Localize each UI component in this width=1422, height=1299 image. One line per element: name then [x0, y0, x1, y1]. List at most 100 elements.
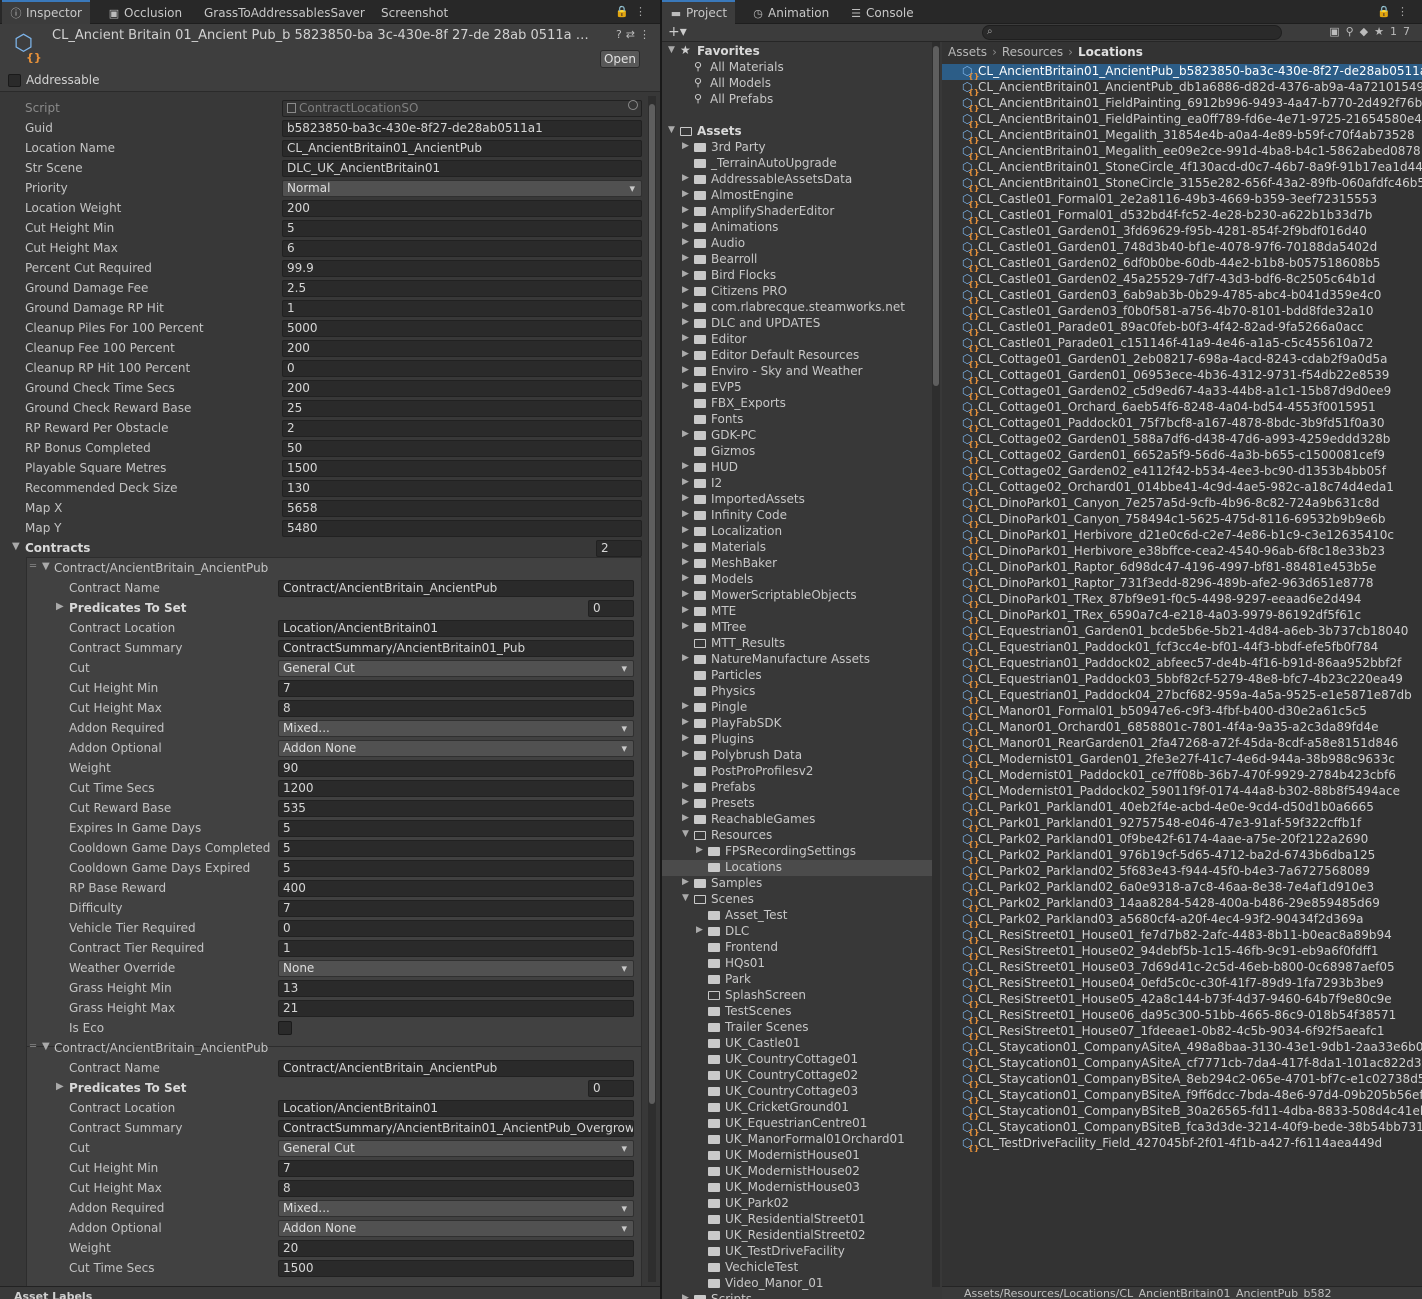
tree-item-prefabs[interactable]: ▶ Prefabs — [662, 780, 932, 796]
tree-item-polybrush-data[interactable]: ▶ Polybrush Data — [662, 748, 932, 764]
value-field[interactable]: 7 — [278, 680, 634, 697]
tree-item-mte[interactable]: ▶ MTE — [662, 604, 932, 620]
dropdown[interactable]: Addon None — [278, 740, 634, 757]
tree-item-particles[interactable]: Particles — [662, 668, 932, 684]
value-field[interactable]: 200 — [282, 380, 642, 397]
collapse-arrow-icon[interactable]: ▶ — [682, 525, 689, 535]
collapse-arrow-icon[interactable]: ▶ — [682, 877, 689, 887]
collapse-arrow-icon[interactable]: ▶ — [682, 813, 689, 823]
file-item[interactable]: ⬡{} CL_Staycation01_CompanyBSiteA_8eb294c… — [942, 1072, 1422, 1088]
tree-item-naturemanufacture-assets[interactable]: ▶ NatureManufacture Assets — [662, 652, 932, 668]
tree-item-uk-residentialstreet02[interactable]: UK_ResidentialStreet02 — [662, 1228, 932, 1244]
file-item[interactable]: ⬡{} CL_Castle01_Formal01_d532bd4f-fc52-4e… — [942, 208, 1422, 224]
value-field[interactable]: 5000 — [282, 320, 642, 337]
foldout-expanded-icon[interactable]: ▼ — [42, 561, 50, 572]
file-item[interactable]: ⬡{} CL_AncientBritain01_FieldPainting_691… — [942, 96, 1422, 112]
tree-item-hud[interactable]: ▶ HUD — [662, 460, 932, 476]
collapse-arrow-icon[interactable]: ▶ — [682, 333, 689, 343]
collapse-arrow-icon[interactable]: ▶ — [682, 141, 689, 151]
file-item[interactable]: ⬡{} CL_ResiStreet01_House01_fe7d7b82-2afc… — [942, 928, 1422, 944]
tree-item-presets[interactable]: ▶ Presets — [662, 796, 932, 812]
dropdown[interactable]: Mixed... — [278, 720, 634, 737]
file-item[interactable]: ⬡{} CL_Park02_Parkland01_976b19cf-5d65-47… — [942, 848, 1422, 864]
collapse-arrow-icon[interactable]: ▶ — [682, 797, 689, 807]
value-field[interactable]: 0 — [282, 360, 642, 377]
file-item[interactable]: ⬡{} CL_Staycation01_CompanyBSiteB_fca3d3d… — [942, 1120, 1422, 1136]
collapse-arrow-icon[interactable]: ▶ — [682, 749, 689, 759]
checkbox[interactable] — [278, 1021, 292, 1035]
collapse-arrow-icon[interactable]: ▶ — [682, 541, 689, 551]
collapse-arrow-icon[interactable]: ▶ — [682, 557, 689, 567]
file-item[interactable]: ⬡{} CL_Cottage02_Garden01_588a7df6-d438-4… — [942, 432, 1422, 448]
collapse-arrow-icon[interactable]: ▶ — [682, 733, 689, 743]
tree-item-playfabsdk[interactable]: ▶ PlayFabSDK — [662, 716, 932, 732]
file-item[interactable]: ⬡{} CL_DinoPark01_TRex_6590a7c4-e218-4a03… — [942, 608, 1422, 624]
tree-item-meshbaker[interactable]: ▶ MeshBaker — [662, 556, 932, 572]
collapse-arrow-icon[interactable]: ▶ — [696, 845, 703, 855]
value-field[interactable]: Location/AncientBritain01 — [278, 1100, 634, 1117]
file-item[interactable]: ⬡{} CL_Park02_Parkland01_0f9be42f-6174-4a… — [942, 832, 1422, 848]
tree-item-amplifyshadereditor[interactable]: ▶ AmplifyShaderEditor — [662, 204, 932, 220]
expand-arrow-icon[interactable]: ▼ — [668, 45, 675, 55]
value-field[interactable]: 1 — [282, 300, 642, 317]
file-item[interactable]: ⬡{} CL_Equestrian01_Garden01_bcde5b6e-5b2… — [942, 624, 1422, 640]
tree-item-pingle[interactable]: ▶ Pingle — [662, 700, 932, 716]
file-item[interactable]: ⬡{} CL_AncientBritain01_StoneCircle_4f130… — [942, 160, 1422, 176]
value-field[interactable]: 8 — [278, 1180, 634, 1197]
tree-item-dlc[interactable]: ▶ DLC — [662, 924, 932, 940]
tab-grasstoaddressablessaver[interactable]: GrassToAddressablesSaver — [196, 0, 373, 24]
file-item[interactable]: ⬡{} CL_Equestrian01_Paddock04_27bcf682-95… — [942, 688, 1422, 704]
collapse-arrow-icon[interactable]: ▶ — [682, 381, 689, 391]
collapse-arrow-icon[interactable]: ▶ — [682, 493, 689, 503]
tree-item-importedassets[interactable]: ▶ ImportedAssets — [662, 492, 932, 508]
value-field[interactable]: 25 — [282, 400, 642, 417]
tree-item-all-prefabs[interactable]: ⚲ All Prefabs — [662, 92, 932, 108]
collapse-arrow-icon[interactable]: ▶ — [682, 189, 689, 199]
foldout-expanded-icon[interactable]: ▼ — [12, 541, 20, 552]
collapse-arrow-icon[interactable]: ▶ — [682, 429, 689, 439]
value-field[interactable]: 5 — [282, 220, 642, 237]
tree-item-video-manor-01[interactable]: Video_Manor_01 — [662, 1276, 932, 1292]
file-item[interactable]: ⬡{} CL_Park01_Parkland01_40eb2f4e-acbd-4e… — [942, 800, 1422, 816]
file-item[interactable]: ⬡{} CL_DinoPark01_Canyon_758494c1-5625-47… — [942, 512, 1422, 528]
breadcrumb-item[interactable]: Locations — [1078, 45, 1143, 59]
predicates-count-field[interactable]: 0 — [588, 600, 634, 617]
inspector-scrollbar[interactable] — [648, 96, 656, 1282]
tree-item-testscenes[interactable]: TestScenes — [662, 1004, 932, 1020]
file-item[interactable]: ⬡{} CL_Cottage01_Garden01_06953ece-4b36-4… — [942, 368, 1422, 384]
value-field[interactable]: 20 — [278, 1240, 634, 1257]
file-item[interactable]: ⬡{} CL_ResiStreet01_House04_0efd5c0c-c30f… — [942, 976, 1422, 992]
dropdown[interactable]: Normal — [282, 180, 642, 197]
collapse-arrow-icon[interactable]: ▶ — [682, 365, 689, 375]
tree-item-reachablegames[interactable]: ▶ ReachableGames — [662, 812, 932, 828]
collapse-arrow-icon[interactable]: ▶ — [682, 269, 689, 279]
file-item[interactable]: ⬡{} CL_Cottage02_Orchard01_014bbe41-4c9d-… — [942, 480, 1422, 496]
collapse-arrow-icon[interactable]: ▶ — [682, 509, 689, 519]
tree-item-uk-countrycottage02[interactable]: UK_CountryCottage02 — [662, 1068, 932, 1084]
tree-item-uk-countrycottage01[interactable]: UK_CountryCottage01 — [662, 1052, 932, 1068]
value-field[interactable]: 200 — [282, 340, 642, 357]
value-field[interactable]: Location/AncientBritain01 — [278, 620, 634, 637]
tab-animation[interactable]: ◷ Animation — [744, 0, 837, 24]
tree-item-uk-park02[interactable]: UK_Park02 — [662, 1196, 932, 1212]
tree-item-trailer-scenes[interactable]: Trailer Scenes — [662, 1020, 932, 1036]
tree-item-physics[interactable]: Physics — [662, 684, 932, 700]
tree-item-enviro-sky-and-weather[interactable]: ▶ Enviro - Sky and Weather — [662, 364, 932, 380]
tree-item-almostengine[interactable]: ▶ AlmostEngine — [662, 188, 932, 204]
file-item[interactable]: ⬡{} CL_DinoPark01_Herbivore_e38bffce-cea2… — [942, 544, 1422, 560]
file-item[interactable]: ⬡{} CL_Modernist01_Garden01_2fe3e27f-41c7… — [942, 752, 1422, 768]
contracts-foldout[interactable]: Contracts ▼ 2 — [0, 538, 646, 558]
tree-item-bearroll[interactable]: ▶ Bearroll — [662, 252, 932, 268]
collapse-arrow-icon[interactable]: ▶ — [682, 237, 689, 247]
collapse-arrow-icon[interactable]: ▶ — [682, 285, 689, 295]
tree-item-gdk-pc[interactable]: ▶ GDK-PC — [662, 428, 932, 444]
tree-scrollbar[interactable] — [932, 42, 940, 1287]
inspector-scrollbar-thumb[interactable] — [649, 104, 655, 1104]
file-item[interactable]: ⬡{} CL_ResiStreet01_House06_da95c300-51bb… — [942, 1008, 1422, 1024]
value-field[interactable]: 200 — [282, 200, 642, 217]
value-field[interactable]: 1 — [278, 940, 634, 957]
dropdown[interactable]: General Cut — [278, 1140, 634, 1157]
tree-item-splashscreen[interactable]: SplashScreen — [662, 988, 932, 1004]
tree-item-animations[interactable]: ▶ Animations — [662, 220, 932, 236]
project-toolbar-icons[interactable]: ▣⚲◆★17 — [1329, 25, 1416, 38]
